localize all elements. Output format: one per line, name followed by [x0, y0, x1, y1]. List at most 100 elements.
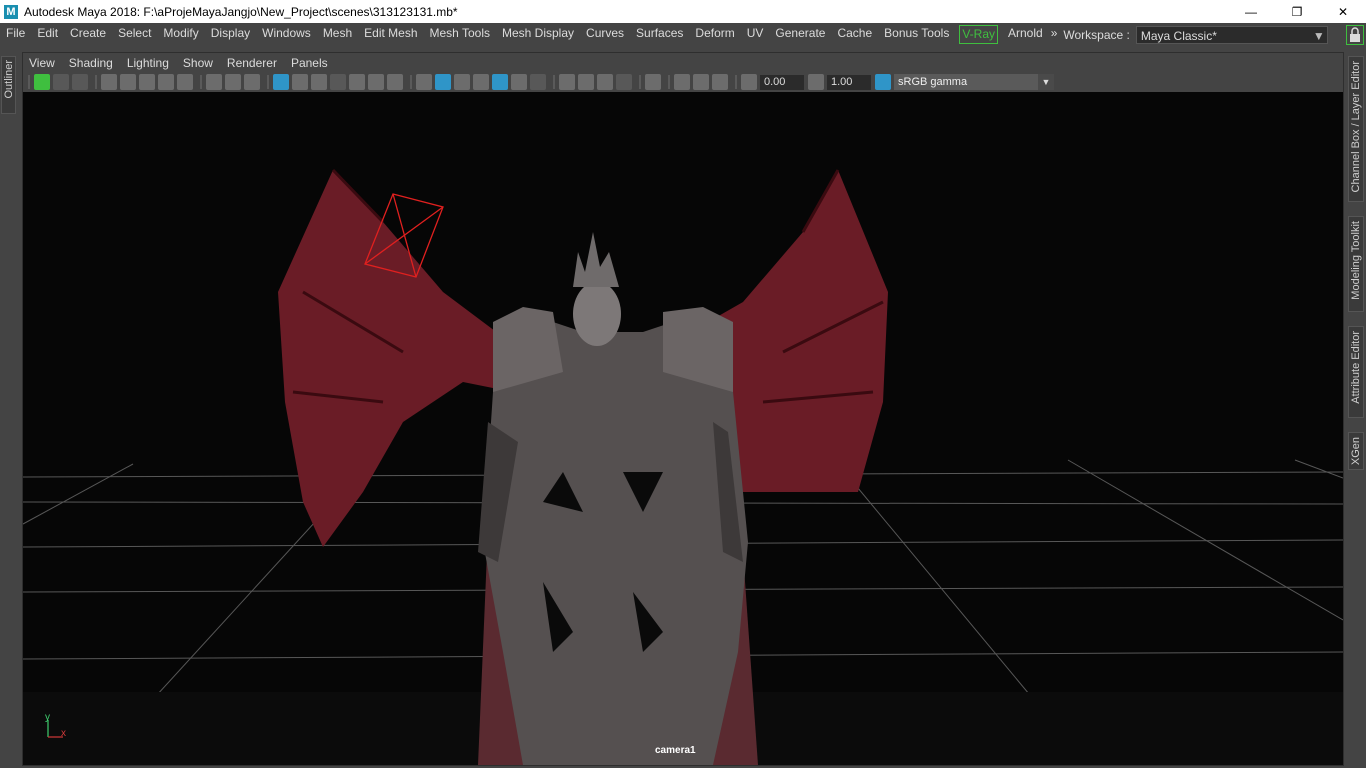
view-transform-dropdown[interactable]: sRGB gamma ▼: [894, 74, 1054, 90]
channel-box-tab-label: Channel Box / Layer Editor: [1350, 61, 1362, 193]
screen-space-ao-icon[interactable]: [559, 74, 575, 90]
depth-of-field-icon[interactable]: [616, 74, 632, 90]
menu-file[interactable]: File: [0, 23, 31, 46]
attribute-editor-tab-label: Attribute Editor: [1350, 331, 1362, 404]
workspace-label: Workspace :: [1063, 27, 1130, 42]
menu-arnold[interactable]: Arnold: [1002, 23, 1049, 46]
left-dock-strip: [0, 52, 18, 768]
anti-aliasing-icon[interactable]: [597, 74, 613, 90]
exposure-field[interactable]: 0.00: [760, 74, 804, 90]
menu-curves[interactable]: Curves: [580, 23, 630, 46]
crown: [573, 232, 619, 287]
channel-box-tab[interactable]: Channel Box / Layer Editor: [1348, 56, 1364, 202]
xgen-tab-label: XGen: [1350, 437, 1362, 466]
toolbar-separator: [553, 75, 555, 89]
textured-icon[interactable]: [492, 74, 508, 90]
menu-edit-mesh[interactable]: Edit Mesh: [358, 23, 423, 46]
xray-joints-icon[interactable]: [225, 74, 241, 90]
maya-logo-icon: M: [4, 4, 18, 19]
toolbar-separator: [639, 75, 641, 89]
outliner-tab[interactable]: Outliner: [1, 56, 16, 114]
menubar-overflow-chevron[interactable]: »: [1049, 23, 1060, 46]
grease-pencil-icon[interactable]: [158, 74, 174, 90]
camera-attributes-icon[interactable]: [72, 74, 88, 90]
chevron-down-icon: ▼: [1038, 74, 1054, 90]
panel-toolbar: 0.00 1.00 sRGB gamma ▼: [24, 72, 1342, 92]
select-camera-icon[interactable]: [34, 74, 50, 90]
gamma-icon[interactable]: [808, 74, 824, 90]
xgen-tab[interactable]: XGen: [1348, 432, 1364, 470]
chevron-down-icon: ▼: [1312, 28, 1325, 43]
wireframe-icon[interactable]: [416, 74, 432, 90]
menu-modify[interactable]: Modify: [157, 23, 204, 46]
smooth-shade-icon[interactable]: [435, 74, 451, 90]
isolate-select-icon[interactable]: [206, 74, 222, 90]
menu-uv[interactable]: UV: [741, 23, 770, 46]
menu-mesh-tools[interactable]: Mesh Tools: [424, 23, 496, 46]
brush-icon[interactable]: [244, 74, 260, 90]
image-plane-icon[interactable]: [120, 74, 136, 90]
head: [573, 282, 621, 346]
use-all-lights-icon[interactable]: [511, 74, 527, 90]
xray-active-icon[interactable]: [693, 74, 709, 90]
modeling-toolkit-tab[interactable]: Modeling Toolkit: [1348, 216, 1364, 312]
menu-cache[interactable]: Cache: [831, 23, 878, 46]
menu-mesh-display[interactable]: Mesh Display: [496, 23, 580, 46]
3d-viewport[interactable]: y x camera1: [23, 92, 1343, 765]
close-button[interactable]: ✕: [1320, 0, 1366, 23]
menu-mesh[interactable]: Mesh: [317, 23, 358, 46]
menu-edit[interactable]: Edit: [31, 23, 64, 46]
lock-camera-icon[interactable]: [53, 74, 69, 90]
main-menubar: File Edit Create Select Modify Display W…: [0, 23, 1366, 46]
isolate-view-icon[interactable]: [645, 74, 661, 90]
toolbar-separator: [95, 75, 97, 89]
backface-culling-icon[interactable]: [712, 74, 728, 90]
field-chart-icon[interactable]: [349, 74, 365, 90]
default-material-icon[interactable]: [454, 74, 470, 90]
motion-blur-icon[interactable]: [578, 74, 594, 90]
panel-menu-lighting[interactable]: Lighting: [120, 53, 176, 73]
menu-select[interactable]: Select: [112, 23, 157, 46]
film-gate-icon[interactable]: [292, 74, 308, 90]
camera-name-label: camera1: [655, 745, 696, 756]
safe-action-icon[interactable]: [368, 74, 384, 90]
modeling-toolkit-tab-label: Modeling Toolkit: [1350, 221, 1362, 300]
lock-icon[interactable]: [1346, 25, 1364, 45]
bookmark-flag-icon[interactable]: [177, 74, 193, 90]
attribute-editor-tab[interactable]: Attribute Editor: [1348, 326, 1364, 418]
restore-icon: ❐: [1291, 4, 1303, 19]
toolbar-separator: [200, 75, 202, 89]
toolbar-separator: [410, 75, 412, 89]
2d-pan-zoom-icon[interactable]: [139, 74, 155, 90]
panel-menu-panels[interactable]: Panels: [284, 53, 335, 73]
menu-generate[interactable]: Generate: [769, 23, 831, 46]
minimize-button[interactable]: —: [1228, 0, 1274, 23]
wireframe-on-shaded-icon[interactable]: [473, 74, 489, 90]
resolution-gate-icon[interactable]: [311, 74, 327, 90]
panel-menu-renderer[interactable]: Renderer: [220, 53, 284, 73]
color-management-icon[interactable]: [875, 74, 891, 90]
xray-icon[interactable]: [674, 74, 690, 90]
gamma-field[interactable]: 1.00: [827, 74, 871, 90]
panel-menu-shading[interactable]: Shading: [62, 53, 120, 73]
panel-menu-view[interactable]: View: [22, 53, 62, 73]
menu-vray[interactable]: V-Ray: [959, 25, 998, 44]
workspace-dropdown[interactable]: Maya Classic* ▼: [1135, 25, 1328, 44]
gate-mask-icon[interactable]: [330, 74, 346, 90]
bookmarks-icon[interactable]: [101, 74, 117, 90]
menu-surfaces[interactable]: Surfaces: [630, 23, 689, 46]
exposure-icon[interactable]: [741, 74, 757, 90]
menu-windows[interactable]: Windows: [256, 23, 317, 46]
menu-deform[interactable]: Deform: [689, 23, 740, 46]
menu-create[interactable]: Create: [64, 23, 112, 46]
maximize-button[interactable]: ❐: [1274, 0, 1320, 23]
grid-toggle-icon[interactable]: [273, 74, 289, 90]
menu-display[interactable]: Display: [205, 23, 256, 46]
menu-bonus-tools[interactable]: Bonus Tools: [878, 23, 955, 46]
panel-menubar: View Shading Lighting Show Renderer Pane…: [22, 53, 335, 73]
panel-menu-show[interactable]: Show: [176, 53, 220, 73]
shadows-icon[interactable]: [530, 74, 546, 90]
toolbar-separator: [735, 75, 737, 89]
toolbar-separator: [28, 75, 30, 89]
safe-title-icon[interactable]: [387, 74, 403, 90]
